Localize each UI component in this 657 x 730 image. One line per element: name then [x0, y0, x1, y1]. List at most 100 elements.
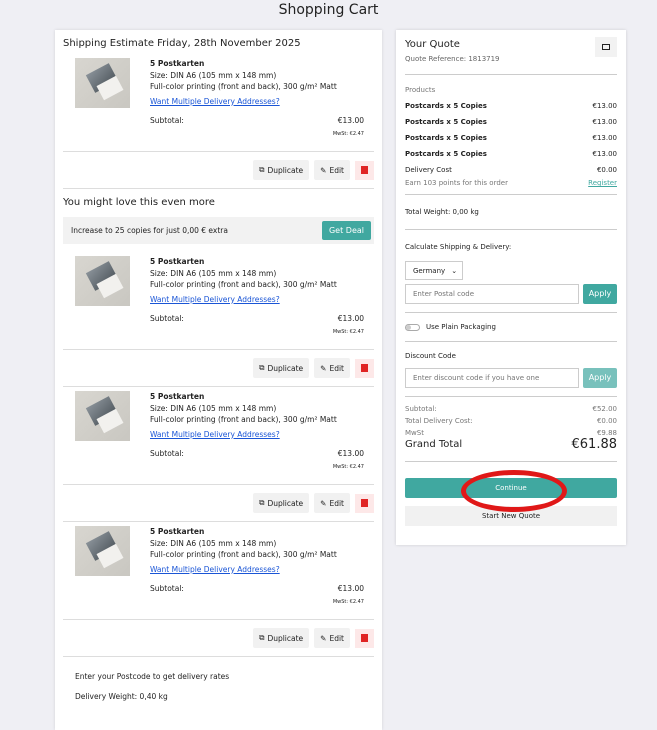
edit-button[interactable]: ✎ Edit [314, 160, 350, 180]
total-delivery-value: €0.00 [596, 417, 617, 425]
product-price: €13.00 [592, 134, 618, 142]
item-finish: Full-color printing (front and back), 30… [150, 82, 337, 91]
calc-shipping-label: Calculate Shipping & Delivery: [405, 243, 512, 251]
mwst-value: MwSt: €2.47 [332, 463, 364, 470]
edit-button[interactable]: ✎ Edit [314, 628, 350, 648]
delete-button[interactable] [355, 628, 374, 648]
delete-button[interactable] [355, 160, 374, 180]
trash-icon [361, 634, 368, 642]
total-delivery-label: Total Delivery Cost: [405, 417, 473, 425]
duplicate-button[interactable]: ⧉ Duplicate [253, 493, 310, 513]
register-link[interactable]: Register [588, 178, 617, 188]
quote-product-row: Postcards x 5 Copies €13.00 [405, 98, 617, 114]
item-finish: Full-color printing (front and back), 30… [150, 550, 337, 559]
duplicate-button[interactable]: ⧉ Duplicate [253, 358, 310, 378]
get-deal-button[interactable]: Get Deal [321, 221, 371, 240]
quote-product-row: Postcards x 5 Copies €13.00 [405, 114, 617, 130]
subtotal-value: €52.00 [592, 405, 618, 413]
mwst-value: MwSt: €2.47 [332, 598, 364, 605]
plain-packaging-label: Use Plain Packaging [426, 323, 496, 331]
continue-button[interactable]: Continue [405, 478, 617, 498]
email-quote-button[interactable] [595, 37, 617, 57]
shipping-estimate: Shipping Estimate Friday, 28th November … [63, 38, 301, 49]
trash-icon [361, 499, 368, 507]
mwst-value: MwSt: €2.47 [332, 328, 364, 335]
edit-button[interactable]: ✎ Edit [314, 358, 350, 378]
country-select[interactable]: Germany ⌄ [405, 261, 463, 280]
quote-title: Your Quote [405, 39, 460, 50]
products-label: Products [405, 86, 436, 94]
postal-code-input[interactable] [405, 284, 579, 304]
product-name: Postcards x 5 Copies [405, 134, 487, 142]
duplicate-icon: ⧉ [259, 165, 265, 174]
delivery-cost-value: €0.00 [596, 166, 617, 174]
cart-item: 5 Postkarten Size: DIN A6 (105 mm x 148 … [55, 252, 382, 349]
mwst-value: MwSt: €2.47 [332, 130, 364, 137]
cart-item: 5 Postkarten Size: DIN A6 (105 mm x 148 … [55, 387, 382, 484]
duplicate-icon: ⧉ [259, 633, 265, 642]
plain-packaging-toggle[interactable] [405, 323, 420, 331]
subtotal-label: Subtotal: [150, 449, 184, 458]
quote-product-row: Postcards x 5 Copies €13.00 [405, 146, 617, 162]
subtotal-label: Subtotal: [150, 116, 184, 125]
edit-icon: ✎ [320, 165, 327, 175]
total-weight: Total Weight: 0,00 kg [405, 208, 479, 216]
product-price: €13.00 [592, 102, 618, 110]
upsell-title: You might love this even more [63, 197, 215, 208]
apply-postal-button[interactable]: Apply [583, 284, 617, 304]
quote-reference: Quote Reference: 1813719 [405, 55, 500, 63]
multiple-addresses-link[interactable]: Want Multiple Delivery Addresses? [150, 429, 364, 441]
discount-label: Discount Code [405, 352, 456, 360]
duplicate-icon: ⧉ [259, 363, 265, 372]
mwst-label: MwSt [405, 429, 424, 437]
trash-icon [361, 166, 368, 174]
product-image [75, 256, 130, 306]
item-name: 5 Postkarten [150, 527, 205, 536]
delete-button[interactable] [355, 493, 374, 513]
item-name: 5 Postkarten [150, 392, 205, 401]
subtotal-label: Subtotal: [150, 314, 184, 323]
edit-icon: ✎ [320, 363, 327, 373]
cart-items-panel: Shipping Estimate Friday, 28th November … [55, 30, 382, 730]
subtotal-value: €13.00 [337, 449, 364, 458]
duplicate-icon: ⧉ [259, 498, 265, 507]
item-size: Size: DIN A6 (105 mm x 148 mm) [150, 70, 277, 80]
item-finish: Full-color printing (front and back), 30… [150, 415, 337, 424]
cart-item: 5 Postkarten Size: DIN A6 (105 mm x 148 … [55, 54, 382, 151]
duplicate-button[interactable]: ⧉ Duplicate [253, 160, 310, 180]
subtotal-label: Subtotal: [150, 584, 184, 593]
discount-code-input[interactable] [405, 368, 579, 388]
points-text: Earn 103 points for this order [405, 179, 508, 187]
mail-icon [602, 44, 610, 50]
multiple-addresses-link[interactable]: Want Multiple Delivery Addresses? [150, 96, 364, 108]
item-size: Size: DIN A6 (105 mm x 148 mm) [150, 538, 277, 548]
duplicate-button[interactable]: ⧉ Duplicate [253, 628, 310, 648]
start-new-quote-button[interactable]: Start New Quote [405, 506, 617, 526]
quote-panel: Your Quote Quote Reference: 1813719 Prod… [396, 30, 626, 545]
edit-icon: ✎ [320, 633, 327, 643]
product-image [75, 58, 130, 108]
upsell-text: Increase to 25 copies for just 0,00 € ex… [71, 226, 228, 235]
subtotal-value: €13.00 [337, 116, 364, 125]
item-size: Size: DIN A6 (105 mm x 148 mm) [150, 268, 277, 278]
subtotal-value: €13.00 [337, 314, 364, 323]
apply-discount-button[interactable]: Apply [583, 368, 617, 388]
product-name: Postcards x 5 Copies [405, 118, 487, 126]
product-price: €13.00 [592, 150, 618, 158]
product-image [75, 391, 130, 441]
page-title: Shopping Cart [278, 2, 379, 18]
product-name: Postcards x 5 Copies [405, 150, 487, 158]
grand-total-label: Grand Total [405, 439, 463, 450]
multiple-addresses-link[interactable]: Want Multiple Delivery Addresses? [150, 294, 364, 306]
product-name: Postcards x 5 Copies [405, 102, 487, 110]
subtotal-label: Subtotal: [405, 405, 437, 413]
delete-button[interactable] [355, 358, 374, 378]
product-price: €13.00 [592, 118, 618, 126]
item-name: 5 Postkarten [150, 59, 205, 68]
item-size: Size: DIN A6 (105 mm x 148 mm) [150, 403, 277, 413]
multiple-addresses-link[interactable]: Want Multiple Delivery Addresses? [150, 564, 364, 576]
quote-product-row: Postcards x 5 Copies €13.00 [405, 130, 617, 146]
edit-button[interactable]: ✎ Edit [314, 493, 350, 513]
postcode-note: Enter your Postcode to get delivery rate… [75, 672, 230, 681]
cart-item: 5 Postkarten Size: DIN A6 (105 mm x 148 … [55, 522, 382, 619]
